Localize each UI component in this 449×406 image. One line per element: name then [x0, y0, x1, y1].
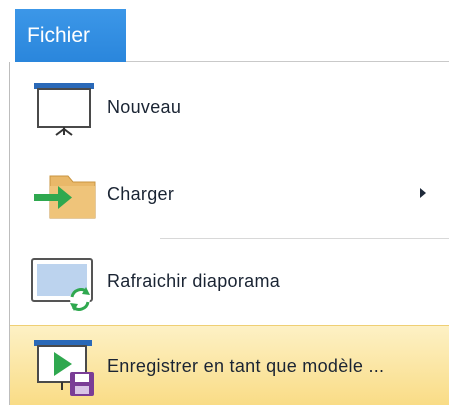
menu-item-label: Charger: [107, 183, 175, 204]
menu-item-nouveau[interactable]: Nouveau: [10, 67, 449, 147]
menu-item-charger[interactable]: Charger: [10, 154, 449, 234]
file-menu-tab[interactable]: Fichier: [15, 9, 126, 62]
menu-item-enregistrer-modele[interactable]: Enregistrer en tant que modèle ...: [10, 325, 449, 405]
file-dropdown-menu: Nouveau Charger Rafraichir diaporama Enr…: [9, 62, 449, 405]
save-as-template-icon: [28, 336, 100, 396]
menu-item-label: Nouveau: [107, 96, 182, 117]
menu-item-rafraichir-diaporama[interactable]: Rafraichir diaporama: [10, 241, 449, 321]
menu-bar: Fichier: [0, 0, 449, 62]
menu-item-label: Rafraichir diaporama: [107, 270, 281, 291]
load-folder-icon: [28, 164, 100, 224]
menu-separator: [160, 238, 449, 239]
new-presentation-icon: [28, 77, 100, 137]
menu-item-label: Enregistrer en tant que modèle ...: [107, 355, 385, 376]
app-window: Fichier Nouveau Charger Rafraichir diapo…: [0, 0, 449, 405]
submenu-arrow-icon: [420, 188, 426, 198]
refresh-slideshow-icon: [28, 251, 100, 311]
